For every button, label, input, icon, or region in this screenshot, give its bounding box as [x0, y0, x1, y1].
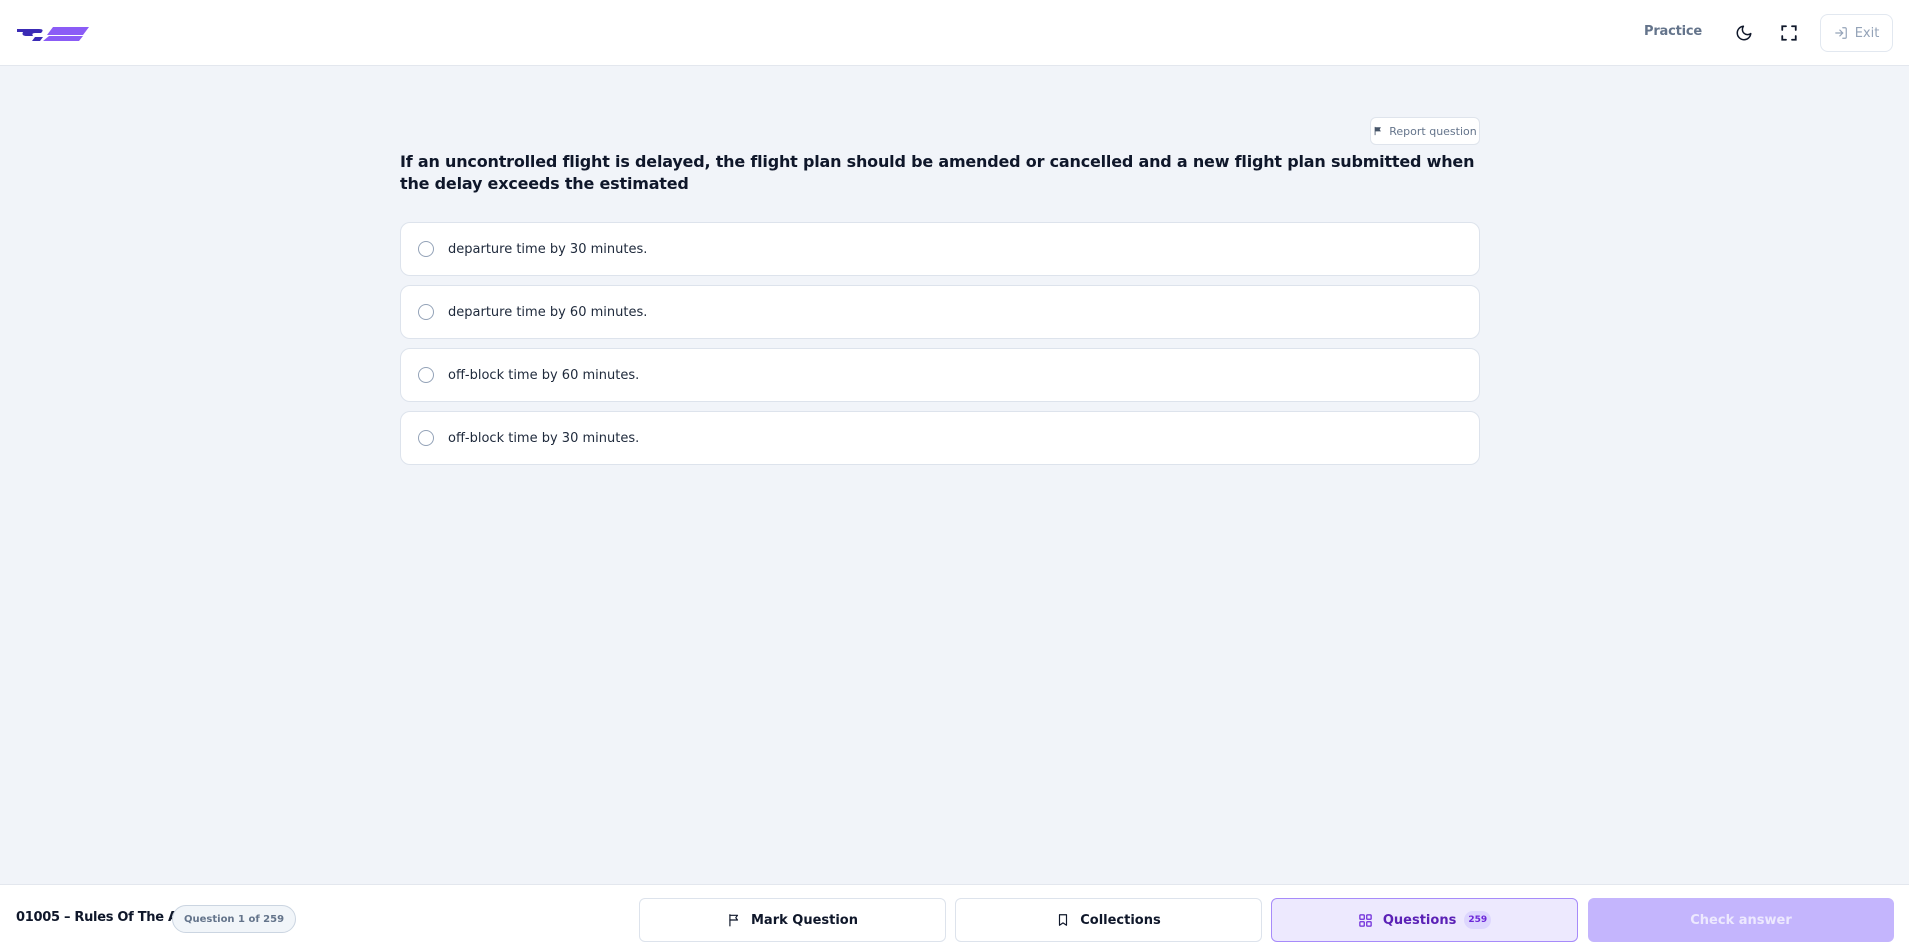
check-answer-button[interactable]: Check answer: [1588, 898, 1894, 942]
logo[interactable]: [17, 25, 89, 43]
report-question-button[interactable]: Report question: [1370, 117, 1480, 145]
mark-question-button[interactable]: Mark Question: [639, 898, 946, 942]
answer-option-2[interactable]: departure time by 60 minutes.: [400, 285, 1480, 339]
fullscreen-button[interactable]: [1776, 20, 1802, 46]
answer-option-label: departure time by 60 minutes.: [448, 304, 648, 320]
flag-icon: [1374, 126, 1382, 136]
answer-option-1[interactable]: departure time by 30 minutes.: [400, 222, 1480, 276]
grid-icon: [1359, 913, 1372, 927]
answer-options: departure time by 30 minutes. departure …: [400, 222, 1480, 474]
collections-label: Collections: [1080, 912, 1161, 928]
answer-option-4[interactable]: off-block time by 30 minutes.: [400, 411, 1480, 465]
mark-question-label: Mark Question: [750, 912, 858, 928]
bookmark-icon: [1059, 914, 1068, 926]
exit-icon: [1834, 27, 1847, 39]
radio-button[interactable]: [418, 304, 434, 320]
bottom-bar: 01005 – Rules Of The Air Question 1 of 2…: [0, 884, 1909, 950]
questions-count-badge: 259: [1464, 911, 1492, 929]
answer-option-label: off-block time by 60 minutes.: [448, 367, 640, 383]
radio-button[interactable]: [418, 241, 434, 257]
flag-outline-icon: [729, 914, 739, 927]
questions-button[interactable]: Questions 259: [1271, 898, 1578, 942]
answer-option-label: departure time by 30 minutes.: [448, 241, 648, 257]
subject-title: 01005 – Rules Of The Air: [16, 910, 189, 925]
answer-option-3[interactable]: off-block time by 60 minutes.: [400, 348, 1480, 402]
fullscreen-icon: [1781, 25, 1797, 41]
practice-mode-label[interactable]: Practice: [1644, 24, 1702, 39]
radio-button[interactable]: [418, 430, 434, 446]
top-bar: Practice Exit: [0, 0, 1909, 66]
exit-button[interactable]: Exit: [1820, 14, 1893, 52]
questions-label: Questions: [1382, 912, 1457, 928]
exit-label: Exit: [1854, 25, 1880, 41]
radio-button[interactable]: [418, 367, 434, 383]
moon-icon: [1736, 25, 1752, 41]
dark-mode-toggle[interactable]: [1731, 20, 1757, 46]
answer-option-label: off-block time by 30 minutes.: [448, 430, 640, 446]
question-counter-badge: Question 1 of 259: [172, 905, 297, 933]
question-text: If an uncontrolled flight is delayed, th…: [400, 152, 1475, 193]
report-question-label: Report question: [1389, 124, 1477, 138]
collections-button[interactable]: Collections: [955, 898, 1262, 942]
